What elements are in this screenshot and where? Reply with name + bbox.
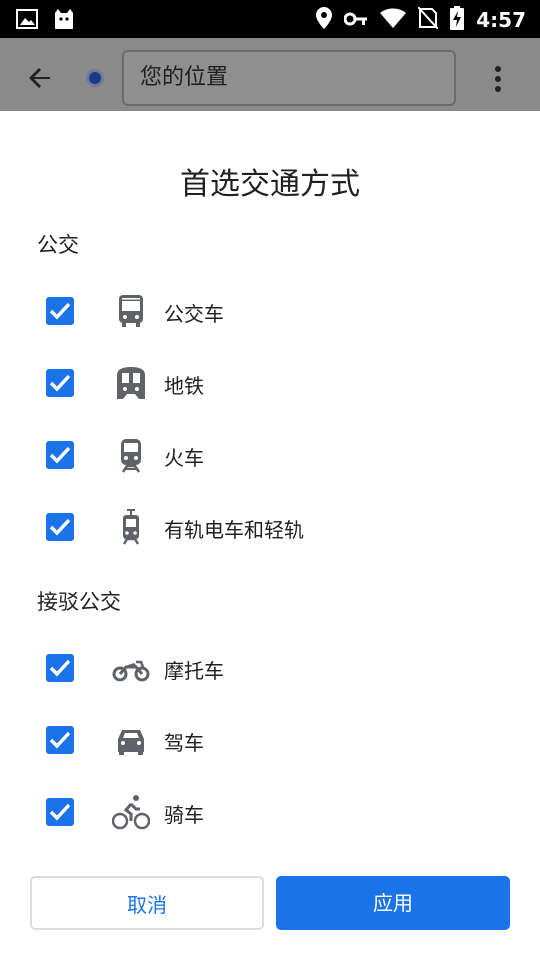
key-icon — [343, 11, 368, 30]
car-checkbox[interactable] — [46, 726, 74, 754]
cancel-button[interactable]: 取消 — [30, 876, 264, 930]
status-time: 4:57 — [476, 8, 526, 32]
sheet-title: 首选交通方式 — [180, 167, 360, 202]
check-icon — [49, 518, 71, 536]
check-icon — [49, 302, 71, 320]
tram-icon — [112, 509, 150, 545]
bicycle-icon — [111, 794, 151, 830]
motorcycle-icon — [112, 650, 150, 686]
option-row-bus[interactable]: 公交车 — [0, 282, 540, 342]
option-label: 公交车 — [164, 302, 224, 326]
wifi-icon — [380, 8, 407, 32]
bus-icon — [112, 293, 150, 329]
apply-button[interactable]: 应用 — [276, 876, 510, 930]
option-row-train[interactable]: 火车 — [0, 426, 540, 486]
directions-header: 您的位置 — [0, 38, 540, 111]
option-label: 有轨电车和轻轨 — [164, 518, 304, 542]
option-row-motorcycle[interactable]: 摩托车 — [0, 639, 540, 699]
option-label: 火车 — [164, 446, 204, 470]
car-icon — [112, 722, 150, 758]
train-icon — [112, 437, 150, 473]
back-button[interactable] — [24, 62, 56, 94]
option-label: 摩托车 — [164, 659, 224, 683]
status-bar: 4:57 — [0, 0, 540, 38]
app-root: 4:57 您的位置 首选交通方式 公交 公交车 地铁 火车 有轨电车和轻轨 接驳… — [0, 0, 540, 960]
battery-charging-icon — [450, 6, 465, 34]
option-row-car[interactable]: 驾车 — [0, 711, 540, 771]
bus-checkbox[interactable] — [46, 297, 74, 325]
option-row-subway[interactable]: 地铁 — [0, 354, 540, 414]
more-vert-icon — [495, 66, 501, 92]
arrow-left-icon — [29, 68, 50, 88]
option-label: 驾车 — [164, 731, 204, 755]
origin-input[interactable]: 您的位置 — [122, 50, 456, 106]
section-label-transit: 公交 — [37, 233, 79, 257]
option-label: 地铁 — [164, 374, 204, 398]
check-icon — [49, 374, 71, 392]
train-checkbox[interactable] — [46, 441, 74, 469]
more-options-button[interactable] — [486, 64, 510, 94]
cat-icon — [52, 7, 76, 35]
check-icon — [49, 659, 71, 677]
motorcycle-checkbox[interactable] — [46, 654, 74, 682]
option-row-tram[interactable]: 有轨电车和轻轨 — [0, 498, 540, 558]
image-icon — [16, 9, 38, 33]
subway-icon — [112, 365, 150, 401]
location-dot-icon — [86, 69, 104, 87]
tram-checkbox[interactable] — [46, 513, 74, 541]
no-sim-icon — [417, 6, 439, 33]
option-row-bicycle[interactable]: 骑车 — [0, 783, 540, 843]
location-icon — [316, 7, 333, 33]
transport-preferences-sheet: 首选交通方式 公交 公交车 地铁 火车 有轨电车和轻轨 接驳公交 摩托车 驾车 … — [0, 111, 540, 960]
subway-checkbox[interactable] — [46, 369, 74, 397]
section-label-connecting: 接驳公交 — [37, 590, 121, 614]
check-icon — [49, 731, 71, 749]
option-label: 骑车 — [164, 803, 204, 827]
bicycle-checkbox[interactable] — [46, 798, 74, 826]
check-icon — [49, 446, 71, 464]
check-icon — [49, 803, 71, 821]
